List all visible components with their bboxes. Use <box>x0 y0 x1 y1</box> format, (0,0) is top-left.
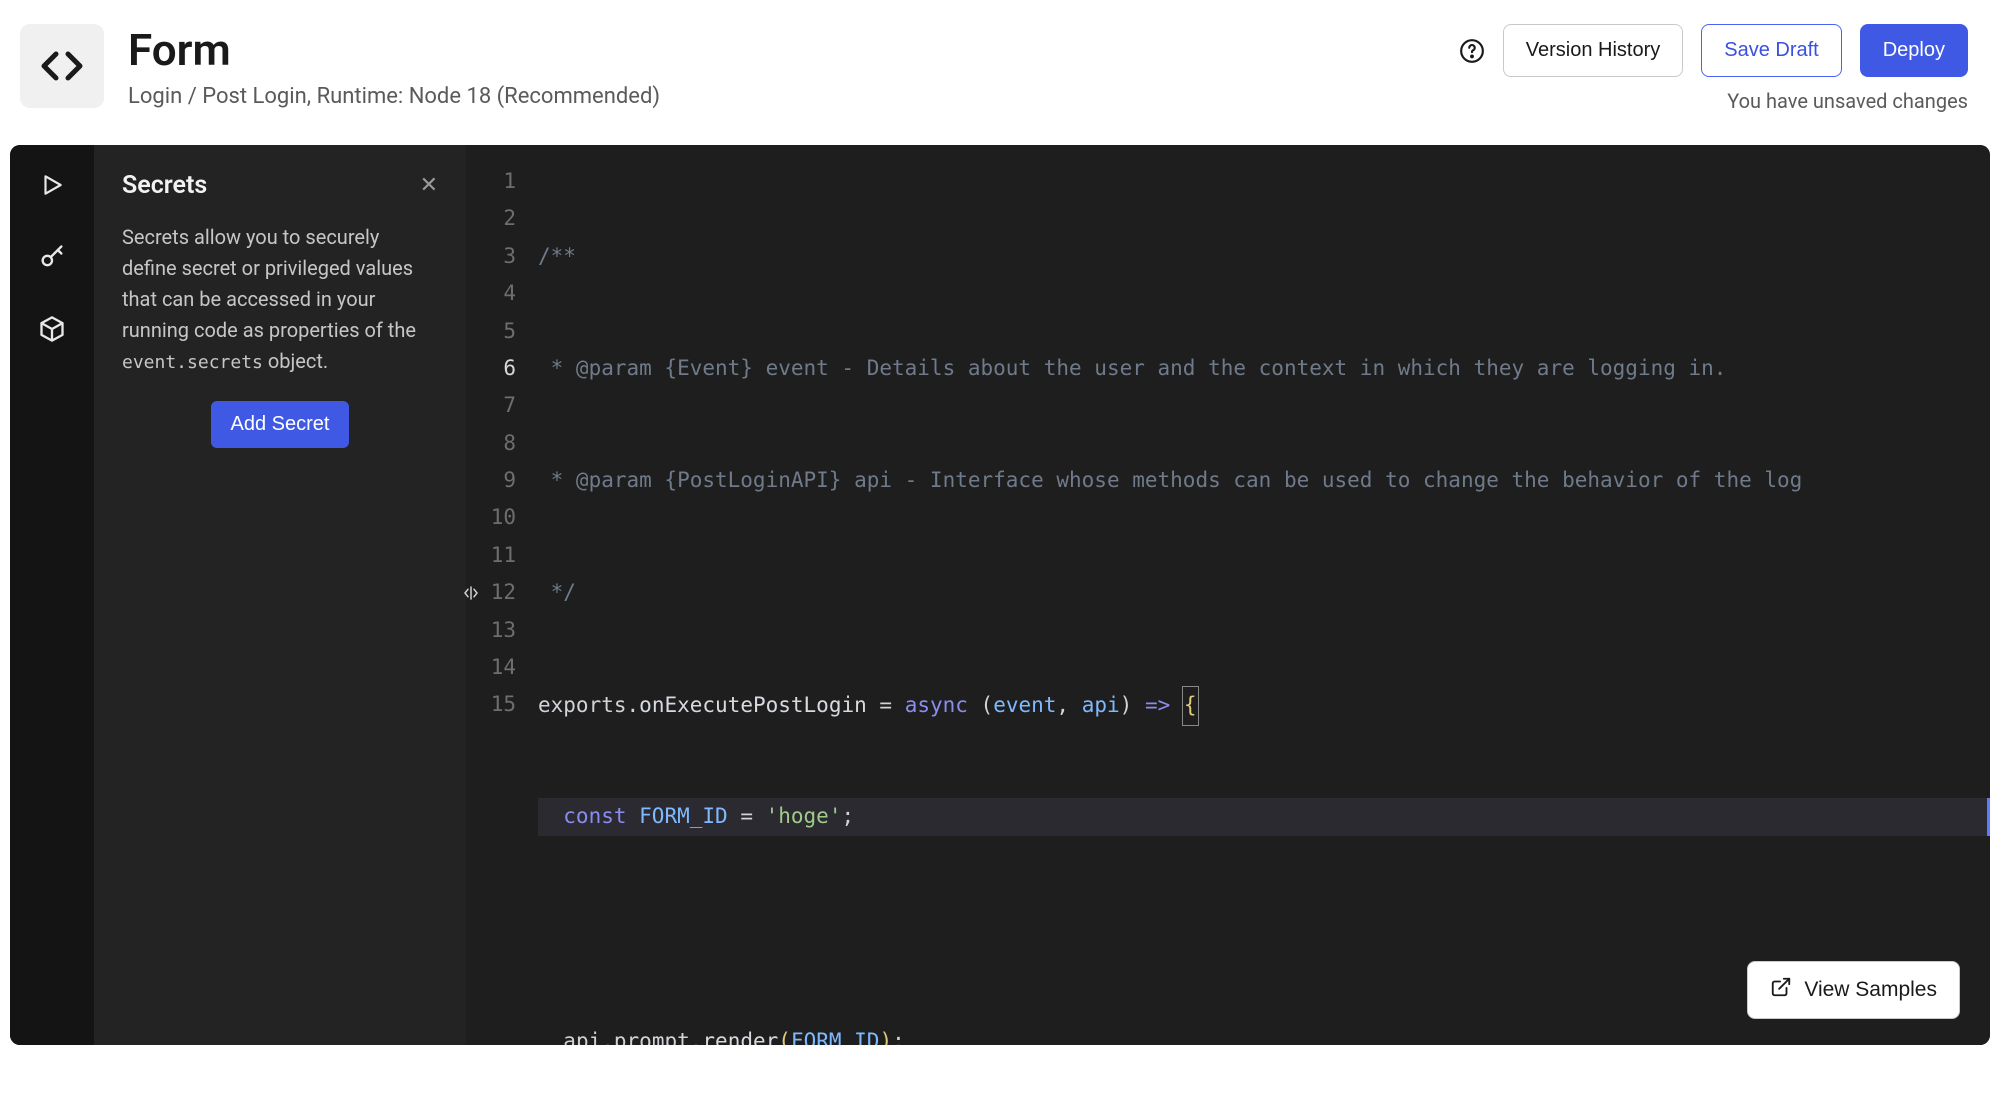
page-subtitle: Login / Post Login, Runtime: Node 18 (Re… <box>128 84 1435 109</box>
secrets-panel: Secrets ✕ Secrets allow you to securely … <box>94 145 466 1045</box>
panel-description: Secrets allow you to securely define sec… <box>122 222 438 377</box>
code-editor[interactable]: 1 2 3 4 5 6 7 8 9 10 11 12 13 14 15 /** … <box>466 145 1990 1045</box>
header-title-block: Form Login / Post Login, Runtime: Node 1… <box>128 24 1435 109</box>
deploy-button[interactable]: Deploy <box>1860 24 1968 77</box>
save-draft-button[interactable]: Save Draft <box>1701 24 1841 77</box>
code-content[interactable]: /** * @param {Event} event - Details abo… <box>530 145 1990 1045</box>
help-icon[interactable] <box>1459 38 1485 64</box>
key-icon[interactable] <box>36 241 68 273</box>
view-samples-button[interactable]: View Samples <box>1747 961 1960 1019</box>
header-actions: Version History Save Draft Deploy You ha… <box>1459 24 1968 113</box>
package-icon[interactable] <box>36 313 68 345</box>
external-link-icon <box>1770 976 1792 1004</box>
run-icon[interactable] <box>36 169 68 201</box>
sidebar-rail <box>10 145 94 1045</box>
code-icon <box>20 24 104 108</box>
version-history-button[interactable]: Version History <box>1503 24 1684 77</box>
panel-title: Secrets <box>122 171 207 200</box>
workspace: Secrets ✕ Secrets allow you to securely … <box>10 145 1990 1045</box>
add-secret-button[interactable]: Add Secret <box>211 401 350 448</box>
line-gutter: 1 2 3 4 5 6 7 8 9 10 11 12 13 14 15 <box>466 145 530 724</box>
unsaved-changes-label: You have unsaved changes <box>1727 89 1968 113</box>
header-buttons: Version History Save Draft Deploy <box>1459 24 1968 77</box>
resize-handle-icon[interactable] <box>462 584 480 606</box>
page-title: Form <box>128 24 1435 76</box>
header: Form Login / Post Login, Runtime: Node 1… <box>0 0 2000 137</box>
close-icon[interactable]: ✕ <box>420 173 438 198</box>
